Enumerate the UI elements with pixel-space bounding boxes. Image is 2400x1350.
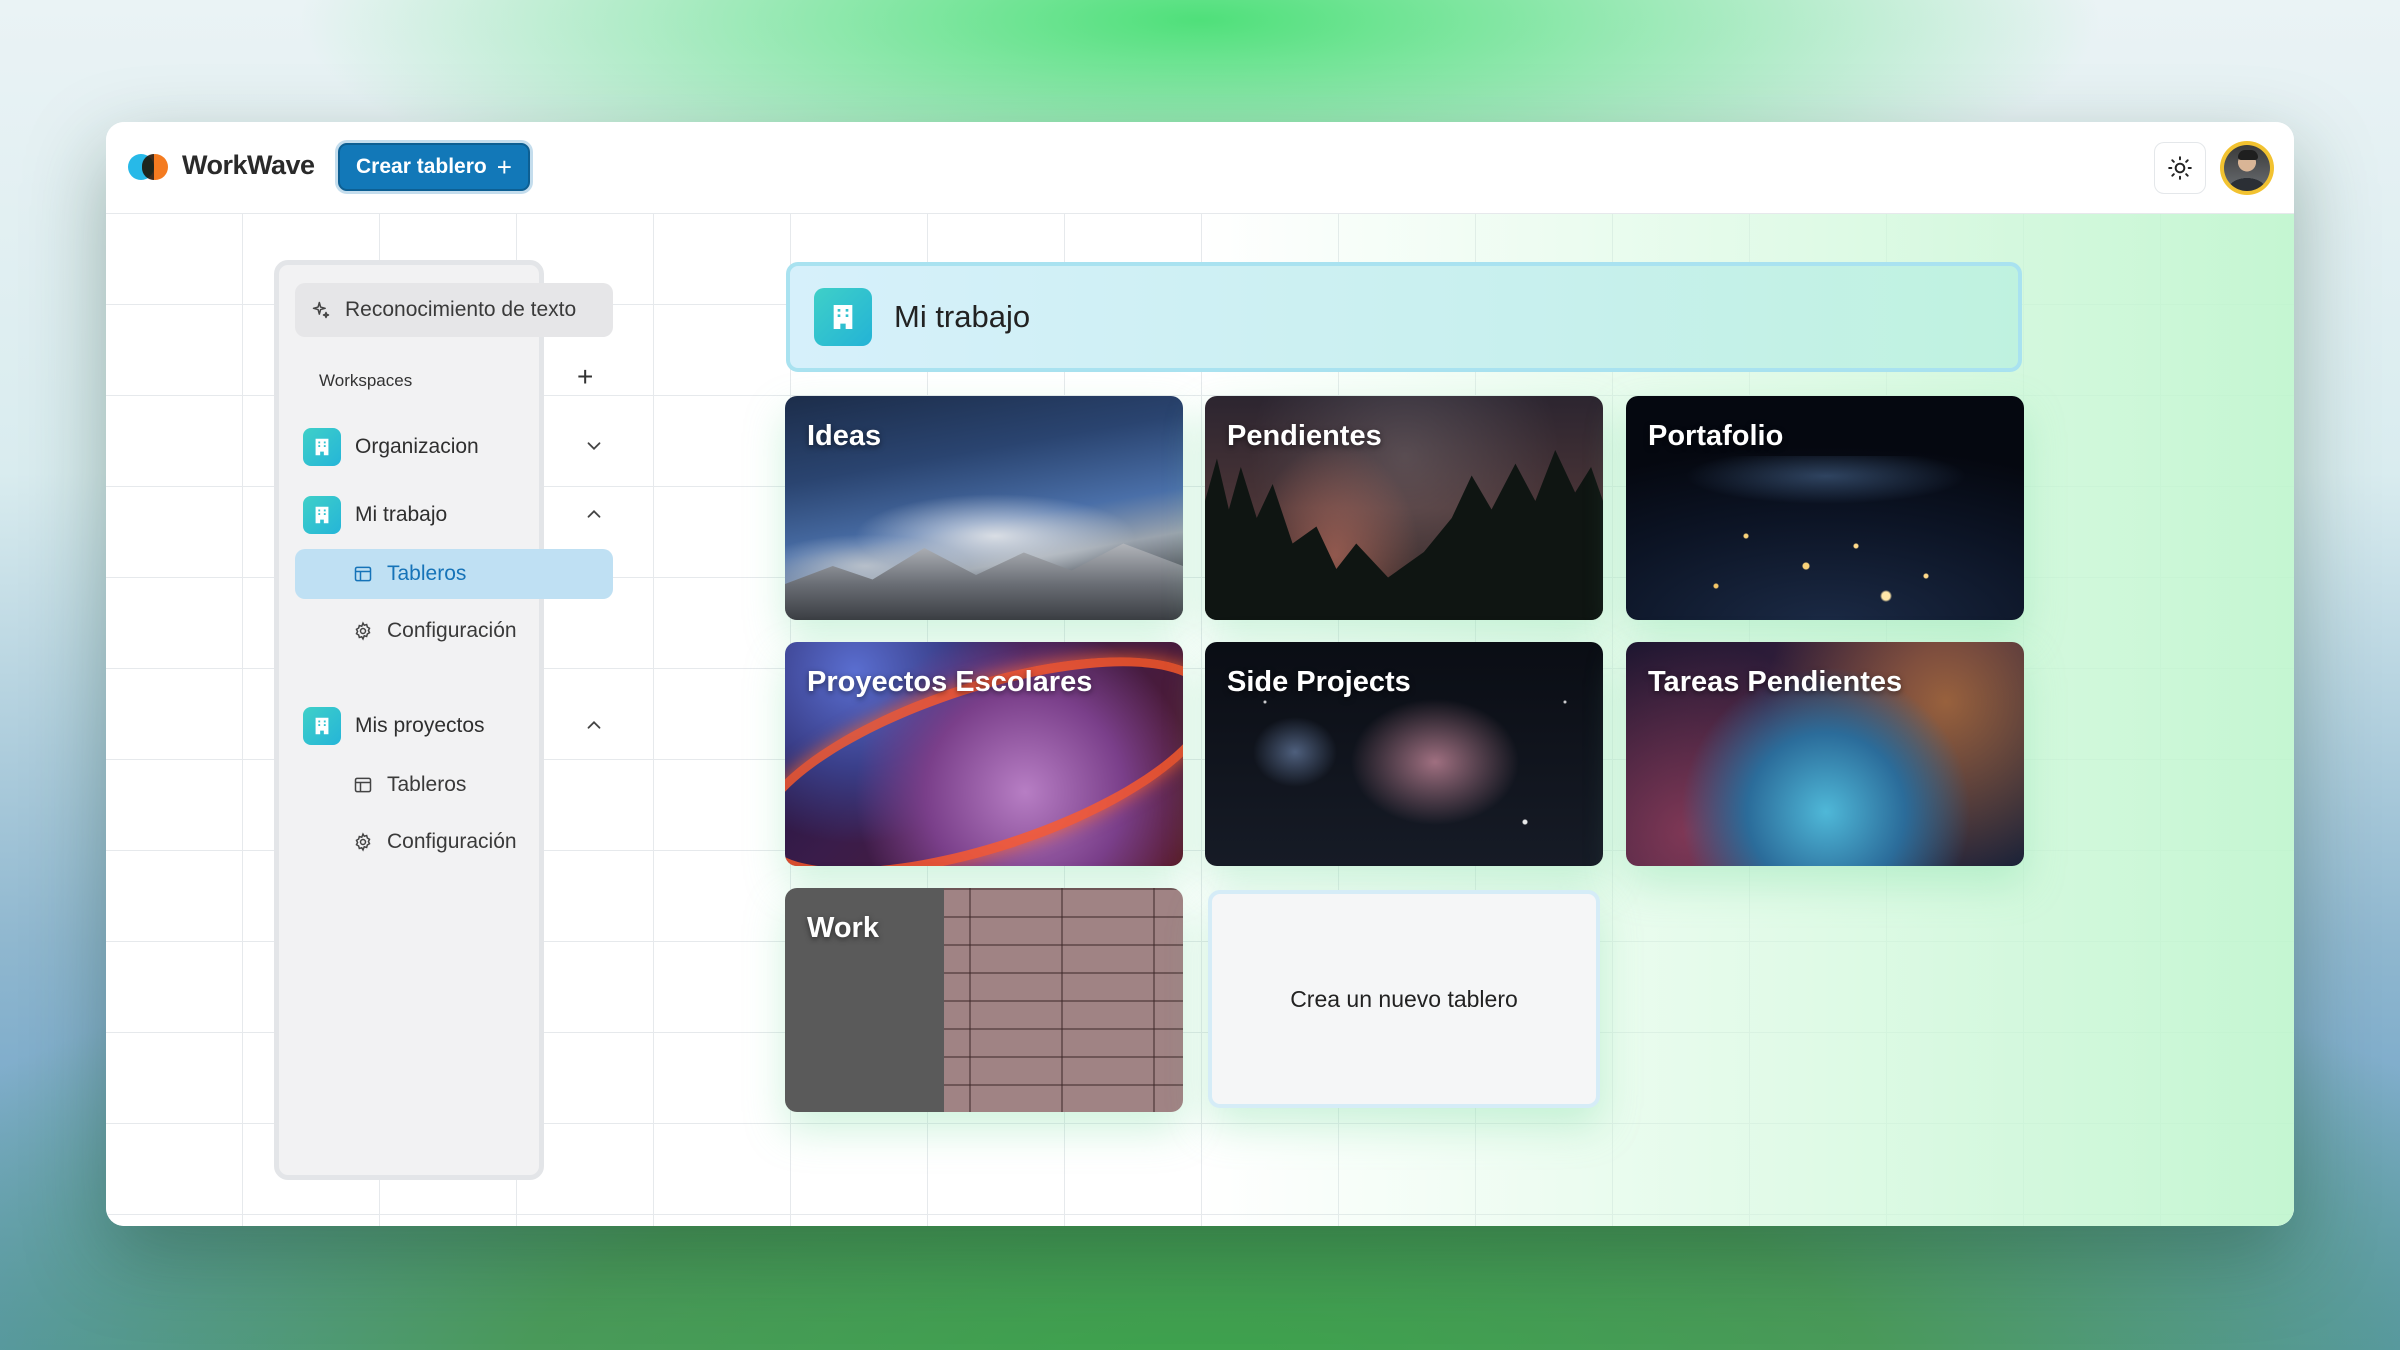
chevron-up-icon[interactable] (583, 503, 605, 525)
board-card-proyectos-escolares[interactable]: Proyectos Escolares (785, 642, 1183, 866)
page-title: Mi trabajo (894, 299, 1031, 334)
board-card-ideas[interactable]: Ideas (785, 396, 1183, 620)
board-card-pendientes[interactable]: Pendientes (1205, 396, 1603, 620)
building-icon (303, 496, 341, 534)
user-avatar[interactable] (2220, 141, 2274, 195)
top-bar: WorkWave Crear tablero + (106, 122, 2294, 214)
plus-icon: + (496, 152, 512, 182)
workspace-mi-trabajo[interactable]: Mi trabajo (303, 495, 613, 535)
table-icon (354, 566, 372, 582)
workspace-name: Mi trabajo (355, 503, 448, 526)
board-title: Proyectos Escolares (807, 666, 1093, 698)
board-title: Ideas (807, 420, 882, 452)
gear-icon (355, 832, 371, 852)
sun-icon (2168, 156, 2192, 180)
sidebar-item-label: Tableros (387, 562, 467, 585)
board-card-portafolio[interactable]: Portafolio (1626, 396, 2024, 620)
board-title: Side Projects (1227, 666, 1411, 698)
sparkles-icon (312, 301, 330, 319)
building-icon (303, 428, 341, 466)
board-card-tareas-pendientes[interactable]: Tareas Pendientes (1626, 642, 2024, 866)
workspace-mis-proyectos[interactable]: Mis proyectos (303, 706, 613, 746)
workwave-logo-icon (128, 152, 172, 182)
workspaces-heading: Workspaces (319, 371, 413, 390)
sidebar-item-label: Configuración (387, 830, 517, 853)
brand-name: WorkWave (182, 150, 315, 180)
create-new-board-label: Crea un nuevo tablero (1290, 985, 1518, 1012)
create-board-label: Crear tablero (356, 155, 487, 178)
workspace-name: Mis proyectos (355, 714, 485, 737)
board-card-work[interactable]: Work (785, 888, 1183, 1112)
board-title: Tareas Pendientes (1648, 666, 1903, 698)
chevron-down-icon[interactable] (583, 435, 605, 457)
board-title: Portafolio (1648, 420, 1784, 452)
text-recognition-button[interactable]: Reconocimiento de texto (295, 283, 613, 337)
building-icon (814, 288, 872, 346)
board-card-side-projects[interactable]: Side Projects (1205, 642, 1603, 866)
board-title: Work (807, 912, 879, 944)
table-icon (354, 777, 372, 793)
board-title: Pendientes (1227, 420, 1382, 452)
gear-icon (355, 621, 371, 641)
create-new-board-card[interactable]: Crea un nuevo tablero (1208, 890, 1600, 1108)
workspace-header: Mi trabajo (786, 262, 2022, 372)
building-icon (303, 707, 341, 745)
sidebar-item-tableros[interactable]: Tableros (295, 760, 613, 810)
sidebar-item-label: Configuración (387, 619, 517, 642)
workspace-organizacion[interactable]: Organizacion (303, 427, 613, 467)
chevron-up-icon[interactable] (583, 714, 605, 736)
sidebar-item-label: Tableros (387, 773, 467, 796)
add-workspace-button[interactable]: + (577, 363, 593, 391)
sidebar-item-configuracion[interactable]: Configuración (295, 606, 613, 656)
sidebar: Reconocimiento de texto Workspaces + Org… (274, 260, 613, 1180)
theme-toggle-button[interactable] (2154, 142, 2206, 194)
workspace-name: Organizacion (355, 435, 479, 458)
create-board-button[interactable]: Crear tablero + (338, 143, 530, 191)
sidebar-item-tableros[interactable]: Tableros (295, 549, 613, 599)
sidebar-item-configuracion[interactable]: Configuración (295, 817, 613, 867)
text-recognition-label: Reconocimiento de texto (345, 298, 577, 321)
